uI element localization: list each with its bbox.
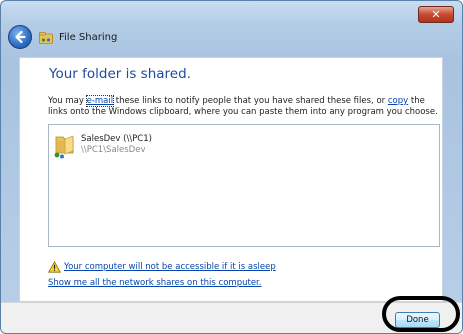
file-sharing-icon (39, 32, 53, 44)
share-name: SalesDev (\\PC1) (81, 134, 152, 144)
close-button[interactable]: ✕ (418, 6, 454, 23)
sleep-warning: Your computer will not be accessible if … (48, 261, 378, 275)
page-heading: Your folder is shared. (49, 66, 191, 82)
done-button-highlight (382, 296, 460, 332)
share-path: \\PC1\SalesDev (81, 145, 146, 155)
sleep-warning-link[interactable]: Your computer will not be accessible if … (64, 262, 276, 272)
content-panel: Your folder is shared. You may e-mail th… (19, 57, 443, 302)
window-title: File Sharing (59, 32, 118, 43)
back-arrow-icon (15, 30, 26, 44)
email-link[interactable]: e-mail (85, 95, 115, 107)
description-middle: these links to notify people that you ha… (113, 96, 388, 106)
file-sharing-window: ✕ File Sharing Your folder is shared. Yo… (0, 0, 463, 334)
back-button[interactable] (8, 25, 32, 49)
share-item[interactable]: SalesDev (\\PC1) \\PC1\SalesDev (53, 133, 183, 163)
show-network-shares-link[interactable]: Show me all the network shares on this c… (48, 278, 261, 288)
shares-list: SalesDev (\\PC1) \\PC1\SalesDev (48, 124, 440, 247)
description-text: You may e-mail these links to notify peo… (48, 95, 440, 118)
warning-icon (48, 261, 61, 273)
copy-link[interactable]: copy (388, 96, 408, 106)
shared-folder-icon (54, 135, 74, 159)
description-prefix: You may (48, 96, 87, 106)
